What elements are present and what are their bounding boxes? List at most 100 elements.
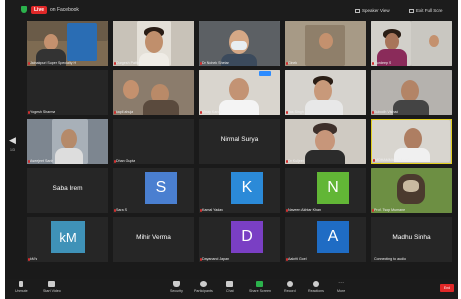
participant-name: Dayanand Japan [202, 257, 230, 261]
participant-tile[interactable]: A Aakriti Goel [285, 217, 366, 262]
avatar: K [231, 172, 263, 204]
participant-face [44, 34, 58, 50]
participant-tile[interactable]: Dr Kuljeet [285, 119, 366, 164]
security-label: Security [170, 289, 183, 293]
participant-body [393, 100, 429, 115]
participant-face [401, 80, 419, 102]
participant-body [219, 100, 259, 115]
more-button[interactable]: ··· More [337, 280, 345, 297]
top-bar: Live on Facebook Speaker View Exit Full … [5, 0, 458, 20]
unmute-button[interactable]: Unmute [15, 281, 28, 297]
participant-name: MOHAMMAD RASHT [375, 158, 410, 162]
participant-name: Naveen Akhtar Khan [288, 208, 321, 212]
participant-tile[interactable]: Subodh Vishad [371, 70, 452, 115]
participant-tile[interactable]: Vinay Kanor [199, 70, 280, 115]
participant-face [315, 130, 335, 152]
chat-button[interactable]: Chat [226, 281, 234, 297]
active-speaker-tile[interactable]: MOHAMMAD RASHT [371, 119, 452, 164]
share-screen-icon [256, 281, 264, 287]
participant-tile[interactable]: kM kM's [27, 217, 108, 262]
participant-tile[interactable]: N Naveen Akhtar Khan [285, 168, 366, 213]
unmute-label: Unmute [15, 289, 28, 293]
participant-tile[interactable]: Dhan Gupta [113, 119, 194, 164]
participants-icon [199, 281, 207, 287]
participant-tile[interactable]: Madhu Sinha Connecting to audio [371, 217, 452, 262]
avatar: N [317, 172, 349, 204]
participant-body [305, 100, 343, 115]
share-screen-button[interactable]: Share Screen [249, 281, 271, 297]
participant-tile[interactable]: Yogesh Sharma [27, 70, 108, 115]
reactions-button[interactable]: Reactions [308, 281, 324, 297]
participant-face [145, 31, 163, 53]
participant-status: Connecting to audio [374, 257, 406, 261]
start-video-button[interactable]: Start Video [43, 281, 61, 297]
participant-tile[interactable]: Mihir Verma [113, 217, 194, 262]
participant-tile[interactable]: Cinek [285, 21, 366, 66]
participants-button[interactable]: Participants [194, 281, 213, 297]
exit-full-screen-button[interactable]: Exit Full Scre [409, 7, 443, 14]
record-icon [286, 281, 293, 287]
face-mask [231, 41, 247, 50]
speaker-view-button[interactable]: Speaker View [355, 7, 390, 14]
dog-face [403, 180, 419, 192]
participant-face [314, 80, 332, 102]
participant-tile[interactable]: S Sara S [113, 168, 194, 213]
speaker-view-label: Speaker View [362, 8, 390, 13]
previous-page-arrow-icon[interactable]: ◀ [9, 136, 16, 145]
camera-icon [48, 281, 56, 287]
more-options-button[interactable] [259, 71, 271, 76]
participant-name: Gurdeep S [374, 61, 392, 65]
security-button[interactable]: Security [170, 281, 183, 297]
participant-name: Dr Nohek Shetar [202, 61, 229, 65]
participant-face [319, 33, 333, 49]
participant-display-name: Saba Irem [52, 185, 83, 192]
record-label: Record [284, 289, 296, 293]
live-on-facebook-badge[interactable]: Live on Facebook [31, 5, 79, 15]
microphone-icon [19, 281, 24, 287]
participant-tile[interactable]: Dr Nohek Shetar [199, 21, 280, 66]
participant-body [139, 53, 169, 66]
participant-name: Jainakpuri Super Specialty H [30, 61, 77, 65]
participant-face [123, 80, 139, 99]
participant-body [143, 100, 179, 115]
smiley-icon [312, 281, 319, 287]
participants-label: Participants [194, 289, 213, 293]
participant-display-name: Madhu Sinha [392, 234, 431, 241]
participant-face [229, 78, 249, 101]
page-indicator: 1/3 [10, 148, 15, 152]
avatar: kM [51, 221, 85, 253]
participant-name: Yogesh Sharma [30, 110, 56, 114]
participant-face [61, 129, 77, 149]
participant-tile[interactable]: Aseejeet Sanh [27, 119, 108, 164]
live-pill: Live [31, 6, 48, 14]
participant-tile[interactable]: Gurdeep S [371, 21, 452, 66]
participant-tile[interactable]: Saba Irem [27, 168, 108, 213]
exit-full-screen-label: Exit Full Scre [416, 8, 443, 13]
chat-icon [226, 281, 234, 287]
participant-tile[interactable]: Jas Singh [285, 70, 366, 115]
participant-face [385, 33, 399, 50]
end-meeting-button[interactable]: End [440, 284, 454, 292]
record-button[interactable]: Record [284, 281, 296, 297]
avatar: D [231, 221, 263, 253]
participant-name: kapil ahuja [116, 110, 134, 114]
participant-tile[interactable]: kapil ahuja [113, 70, 194, 115]
participant-body [55, 148, 83, 164]
security-shield-icon[interactable] [21, 6, 27, 13]
participant-name: Cinek [288, 61, 298, 65]
participant-tile[interactable]: D Dayanand Japan [199, 217, 280, 262]
participant-tile[interactable]: Prof. Tsop Mumane [371, 168, 452, 213]
participant-tile[interactable]: Durgesh Pathak [113, 21, 194, 66]
participant-tile[interactable]: Nirmal Surya [199, 119, 280, 164]
avatar: S [145, 172, 177, 204]
chat-label: Chat [226, 289, 234, 293]
participant-tile[interactable]: K Kamal Yadav [199, 168, 280, 213]
participant-name: Durgesh Pathak [116, 61, 142, 65]
participant-face [404, 128, 422, 150]
participant-name: Dhan Gupta [116, 159, 136, 163]
meeting-toolbar: Unmute Start Video Security Participants… [5, 279, 458, 299]
speaker-view-icon [355, 8, 360, 13]
participant-tile[interactable]: Jainakpuri Super Specialty H [27, 21, 108, 66]
participant-display-name: Nirmal Surya [220, 136, 259, 143]
participant-name: Prof. Tsop Mumane [374, 208, 406, 212]
